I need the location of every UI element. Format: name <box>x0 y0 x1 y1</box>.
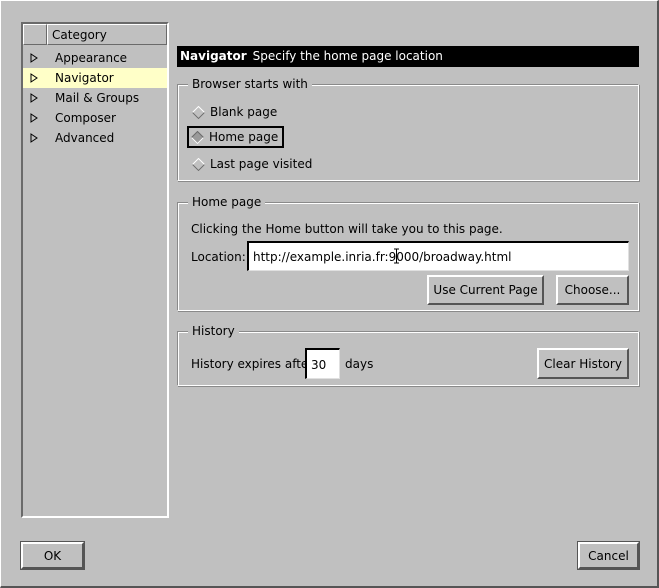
text-cursor-icon <box>394 248 399 264</box>
expand-arrow-icon[interactable] <box>30 93 38 103</box>
preferences-dialog: Category Appearance Navigator Mail & Gro… <box>0 0 659 588</box>
history-days-input[interactable]: 30 <box>305 348 340 379</box>
banner-subtitle: Specify the home page location <box>252 49 443 63</box>
cancel-button[interactable]: Cancel <box>577 541 640 570</box>
expand-arrow-icon[interactable] <box>30 73 38 83</box>
history-group: History History expires after 30 days Cl… <box>177 323 639 386</box>
sidebar-item-mail-groups[interactable]: Mail & Groups <box>23 88 167 108</box>
ok-button[interactable]: OK <box>20 541 85 570</box>
sidebar-item-advanced[interactable]: Advanced <box>23 128 167 148</box>
clear-history-button[interactable]: Clear History <box>537 348 629 379</box>
radio-label: Blank page <box>210 105 278 119</box>
expand-arrow-icon[interactable] <box>30 133 38 143</box>
location-input[interactable]: http://example.inria.fr:9000/broadway.ht… <box>247 241 629 271</box>
location-label: Location: <box>191 250 246 264</box>
expand-arrow-icon[interactable] <box>30 53 38 63</box>
radio-diamond-icon[interactable] <box>192 157 205 171</box>
history-expires-label: History expires after <box>191 357 314 371</box>
expand-arrow-icon[interactable] <box>30 113 38 123</box>
radio-label: Home page <box>209 130 279 144</box>
radio-label: Last page visited <box>210 157 313 171</box>
radio-last-page[interactable]: Last page visited <box>190 153 316 175</box>
sidebar-item-label: Navigator <box>55 71 114 85</box>
tree-header: Category <box>23 24 167 45</box>
sidebar-item-navigator[interactable]: Navigator <box>23 68 167 88</box>
homepage-description: Clicking the Home button will take you t… <box>191 222 503 236</box>
sidebar-item-label: Advanced <box>55 131 115 145</box>
sidebar-item-label: Composer <box>55 111 116 125</box>
radio-home-page[interactable]: Home page <box>187 126 285 148</box>
sidebar-item-appearance[interactable]: Appearance <box>23 48 167 68</box>
homepage-legend: Home page <box>188 194 266 210</box>
tree-items: Appearance Navigator Mail & Groups Compo… <box>23 48 167 148</box>
radio-diamond-icon[interactable] <box>192 105 205 119</box>
sidebar-item-composer[interactable]: Composer <box>23 108 167 128</box>
choose-button[interactable]: Choose... <box>556 275 629 305</box>
use-current-page-button[interactable]: Use Current Page <box>427 275 544 305</box>
section-banner: Navigator Specify the home page location <box>177 46 639 67</box>
banner-title: Navigator <box>180 49 247 63</box>
sidebar-item-label: Mail & Groups <box>55 91 140 105</box>
tree-header-spacer <box>23 24 47 45</box>
radio-blank-page[interactable]: Blank page <box>190 101 281 123</box>
sidebar-item-label: Appearance <box>55 51 128 65</box>
history-legend: History <box>188 323 239 339</box>
location-value: http://example.inria.fr:9000/broadway.ht… <box>253 250 512 264</box>
homepage-group: Home page Clicking the Home button will … <box>177 194 639 311</box>
category-column-header[interactable]: Category <box>47 24 167 45</box>
startup-group: Browser starts with Blank page Home page… <box>177 76 639 181</box>
category-tree[interactable]: Category Appearance Navigator Mail & Gro… <box>21 22 169 518</box>
history-days-label: days <box>345 357 374 371</box>
history-days-value: 30 <box>311 358 327 372</box>
startup-legend: Browser starts with <box>188 76 312 92</box>
radio-diamond-selected-icon[interactable] <box>191 130 204 144</box>
